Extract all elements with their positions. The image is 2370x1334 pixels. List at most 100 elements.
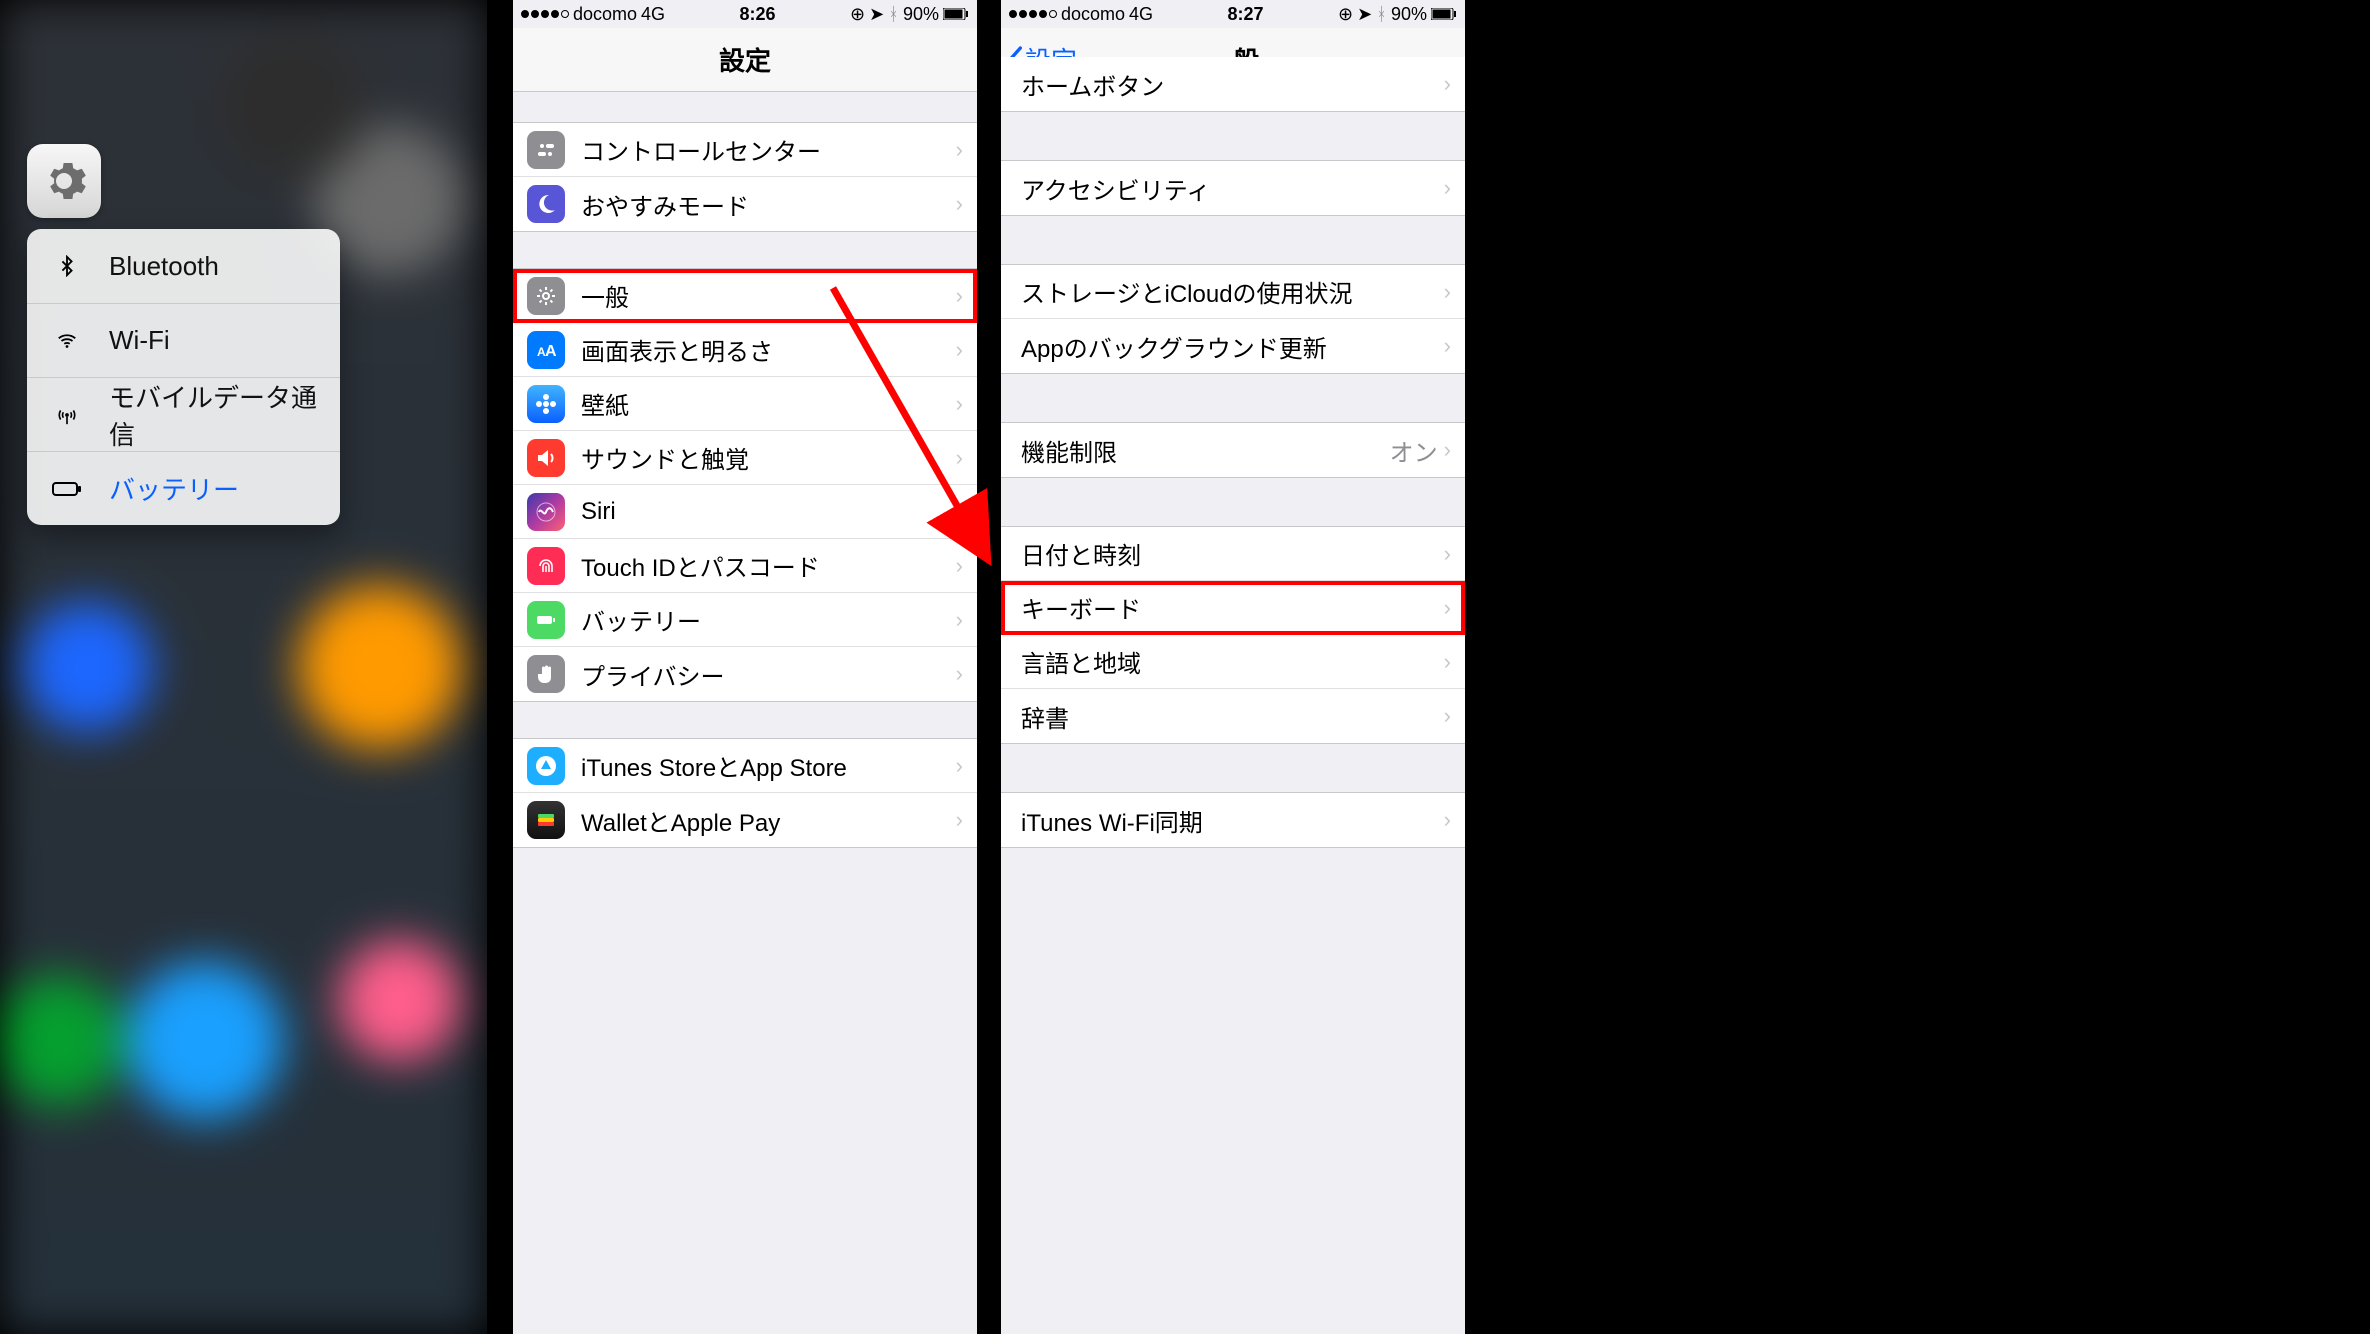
general-row-label: アクセシビリティ [1021,171,1444,206]
chevron-right-icon: › [1444,333,1451,359]
settings-row-flower[interactable]: 壁紙› [513,377,977,431]
quick-menu-label: Bluetooth [109,251,219,282]
chevron-right-icon: › [1444,71,1451,97]
divider [487,0,513,1334]
flower-icon [527,385,565,423]
quick-menu-label: バッテリー [109,470,239,507]
settings-row-label: 画面表示と明るさ [581,332,956,367]
speaker-icon [527,439,565,477]
chevron-right-icon: › [956,553,963,579]
battery-icon [527,601,565,639]
general-row-label: 辞書 [1021,699,1444,734]
chevron-right-icon: › [956,391,963,417]
general-row[interactable]: ホームボタン› [1001,57,1465,111]
panel-general: docomo 4G 8:27 ⊕ ➤ ᚼ 90% 設定 一般 ホームボタン›アク… [1001,0,1465,1334]
chevron-right-icon: › [956,807,963,833]
settings-row-touchid[interactable]: Touch IDとパスコード› [513,539,977,593]
general-row[interactable]: キーボード› [1001,581,1465,635]
general-row[interactable]: ストレージとiCloudの使用状況› [1001,265,1465,319]
touchid-icon [527,547,565,585]
location-icon: ➤ [1357,4,1372,25]
general-row[interactable]: Appのバックグラウンド更新› [1001,319,1465,373]
settings-row-gear[interactable]: 一般› [513,269,977,323]
control-center-icon [527,131,565,169]
settings-row-label: おやすみモード [581,187,956,222]
settings-row-siri[interactable]: Siri› [513,485,977,539]
settings-row-battery[interactable]: バッテリー› [513,593,977,647]
settings-row-aa[interactable]: AA 画面表示と明るさ› [513,323,977,377]
signal-dots-icon [1009,10,1057,18]
general-row-label: ストレージとiCloudの使用状況 [1021,274,1444,309]
settings-row-moon[interactable]: おやすみモード› [513,177,977,231]
settings-row-speaker[interactable]: サウンドと触覚› [513,431,977,485]
status-bar: docomo 4G 8:26 ⊕ ➤ ᚼ 90% [513,0,977,28]
settings-row-label: バッテリー [581,602,956,637]
battery-icon [1431,4,1457,25]
settings-row-store[interactable]: iTunes StoreとApp Store› [513,739,977,793]
status-bar: docomo 4G 8:27 ⊕ ➤ ᚼ 90% [1001,0,1465,28]
settings-row-label: WalletとApple Pay [581,803,956,838]
aa-icon: AA [527,331,565,369]
nav-bar: 設定 [513,28,977,92]
settings-row-label: コントロールセンター [581,132,956,167]
settings-row-control-center[interactable]: コントロールセンター› [513,123,977,177]
clock: 8:26 [740,4,776,25]
chevron-right-icon: › [956,607,963,633]
bluetooth-status-icon: ᚼ [888,4,899,25]
clock: 8:27 [1228,4,1264,25]
location-icon: ➤ [869,4,884,25]
wallet-icon [527,801,565,839]
panel-home-quickmenu: Bluetooth Wi-Fiモバイルデータ通信バッテリー [0,0,487,1334]
gear-icon [40,157,88,205]
general-list[interactable]: ホームボタン›アクセシビリティ›ストレージとiCloudの使用状況›Appのバッ… [1001,56,1465,1334]
battery-icon [943,4,969,25]
wifi-icon [47,321,87,361]
chevron-right-icon: › [956,337,963,363]
settings-row-hand[interactable]: プライバシー› [513,647,977,701]
hand-icon [527,655,565,693]
lock-icon: ⊕ [850,4,865,25]
panel-settings-root: docomo 4G 8:26 ⊕ ➤ ᚼ 90% 設定 コントロールセンター›お… [513,0,977,1334]
general-row-label: ホームボタン [1021,67,1444,102]
quick-menu-bluetooth[interactable]: Bluetooth [27,229,340,303]
general-row[interactable]: アクセシビリティ› [1001,161,1465,215]
quick-menu-wifi[interactable]: Wi-Fi [27,303,340,377]
svg-text:A: A [545,343,557,360]
battery-pct: 90% [903,4,939,25]
general-row[interactable]: 日付と時刻› [1001,527,1465,581]
chevron-right-icon: › [956,661,963,687]
chevron-right-icon: › [1444,279,1451,305]
settings-row-label: 一般 [581,278,956,313]
chevron-right-icon: › [1444,807,1451,833]
lock-icon: ⊕ [1338,4,1353,25]
bluetooth-status-icon: ᚼ [1376,4,1387,25]
general-row-label: 機能制限 [1021,433,1390,468]
network-label: 4G [1129,4,1153,25]
general-row[interactable]: iTunes Wi-Fi同期› [1001,793,1465,847]
carrier-label: docomo [573,4,637,25]
quick-menu-cellular[interactable]: モバイルデータ通信 [27,377,340,451]
chevron-right-icon: › [956,499,963,525]
general-row-label: Appのバックグラウンド更新 [1021,329,1444,364]
chevron-right-icon: › [1444,649,1451,675]
moon-icon [527,185,565,223]
settings-quick-menu: Bluetooth Wi-Fiモバイルデータ通信バッテリー [27,229,340,525]
chevron-right-icon: › [956,137,963,163]
chevron-right-icon: › [1444,175,1451,201]
chevron-right-icon: › [1444,437,1451,463]
general-row[interactable]: 言語と地域› [1001,635,1465,689]
settings-row-label: サウンドと触覚 [581,440,956,475]
quick-menu-label: モバイルデータ通信 [109,378,320,452]
general-row[interactable]: 機能制限オン› [1001,423,1465,477]
signal-dots-icon [521,10,569,18]
settings-list[interactable]: コントロールセンター›おやすみモード›一般›AA画面表示と明るさ›壁紙›サウンド… [513,86,977,1334]
siri-icon [527,493,565,531]
cellular-icon [47,395,87,435]
chevron-right-icon: › [956,445,963,471]
settings-app-icon[interactable] [27,144,101,218]
settings-row-wallet[interactable]: WalletとApple Pay› [513,793,977,847]
quick-menu-battery[interactable]: バッテリー [27,451,340,525]
general-row[interactable]: 辞書› [1001,689,1465,743]
settings-row-label: iTunes StoreとApp Store [581,748,956,783]
general-row-label: キーボード [1021,590,1444,625]
